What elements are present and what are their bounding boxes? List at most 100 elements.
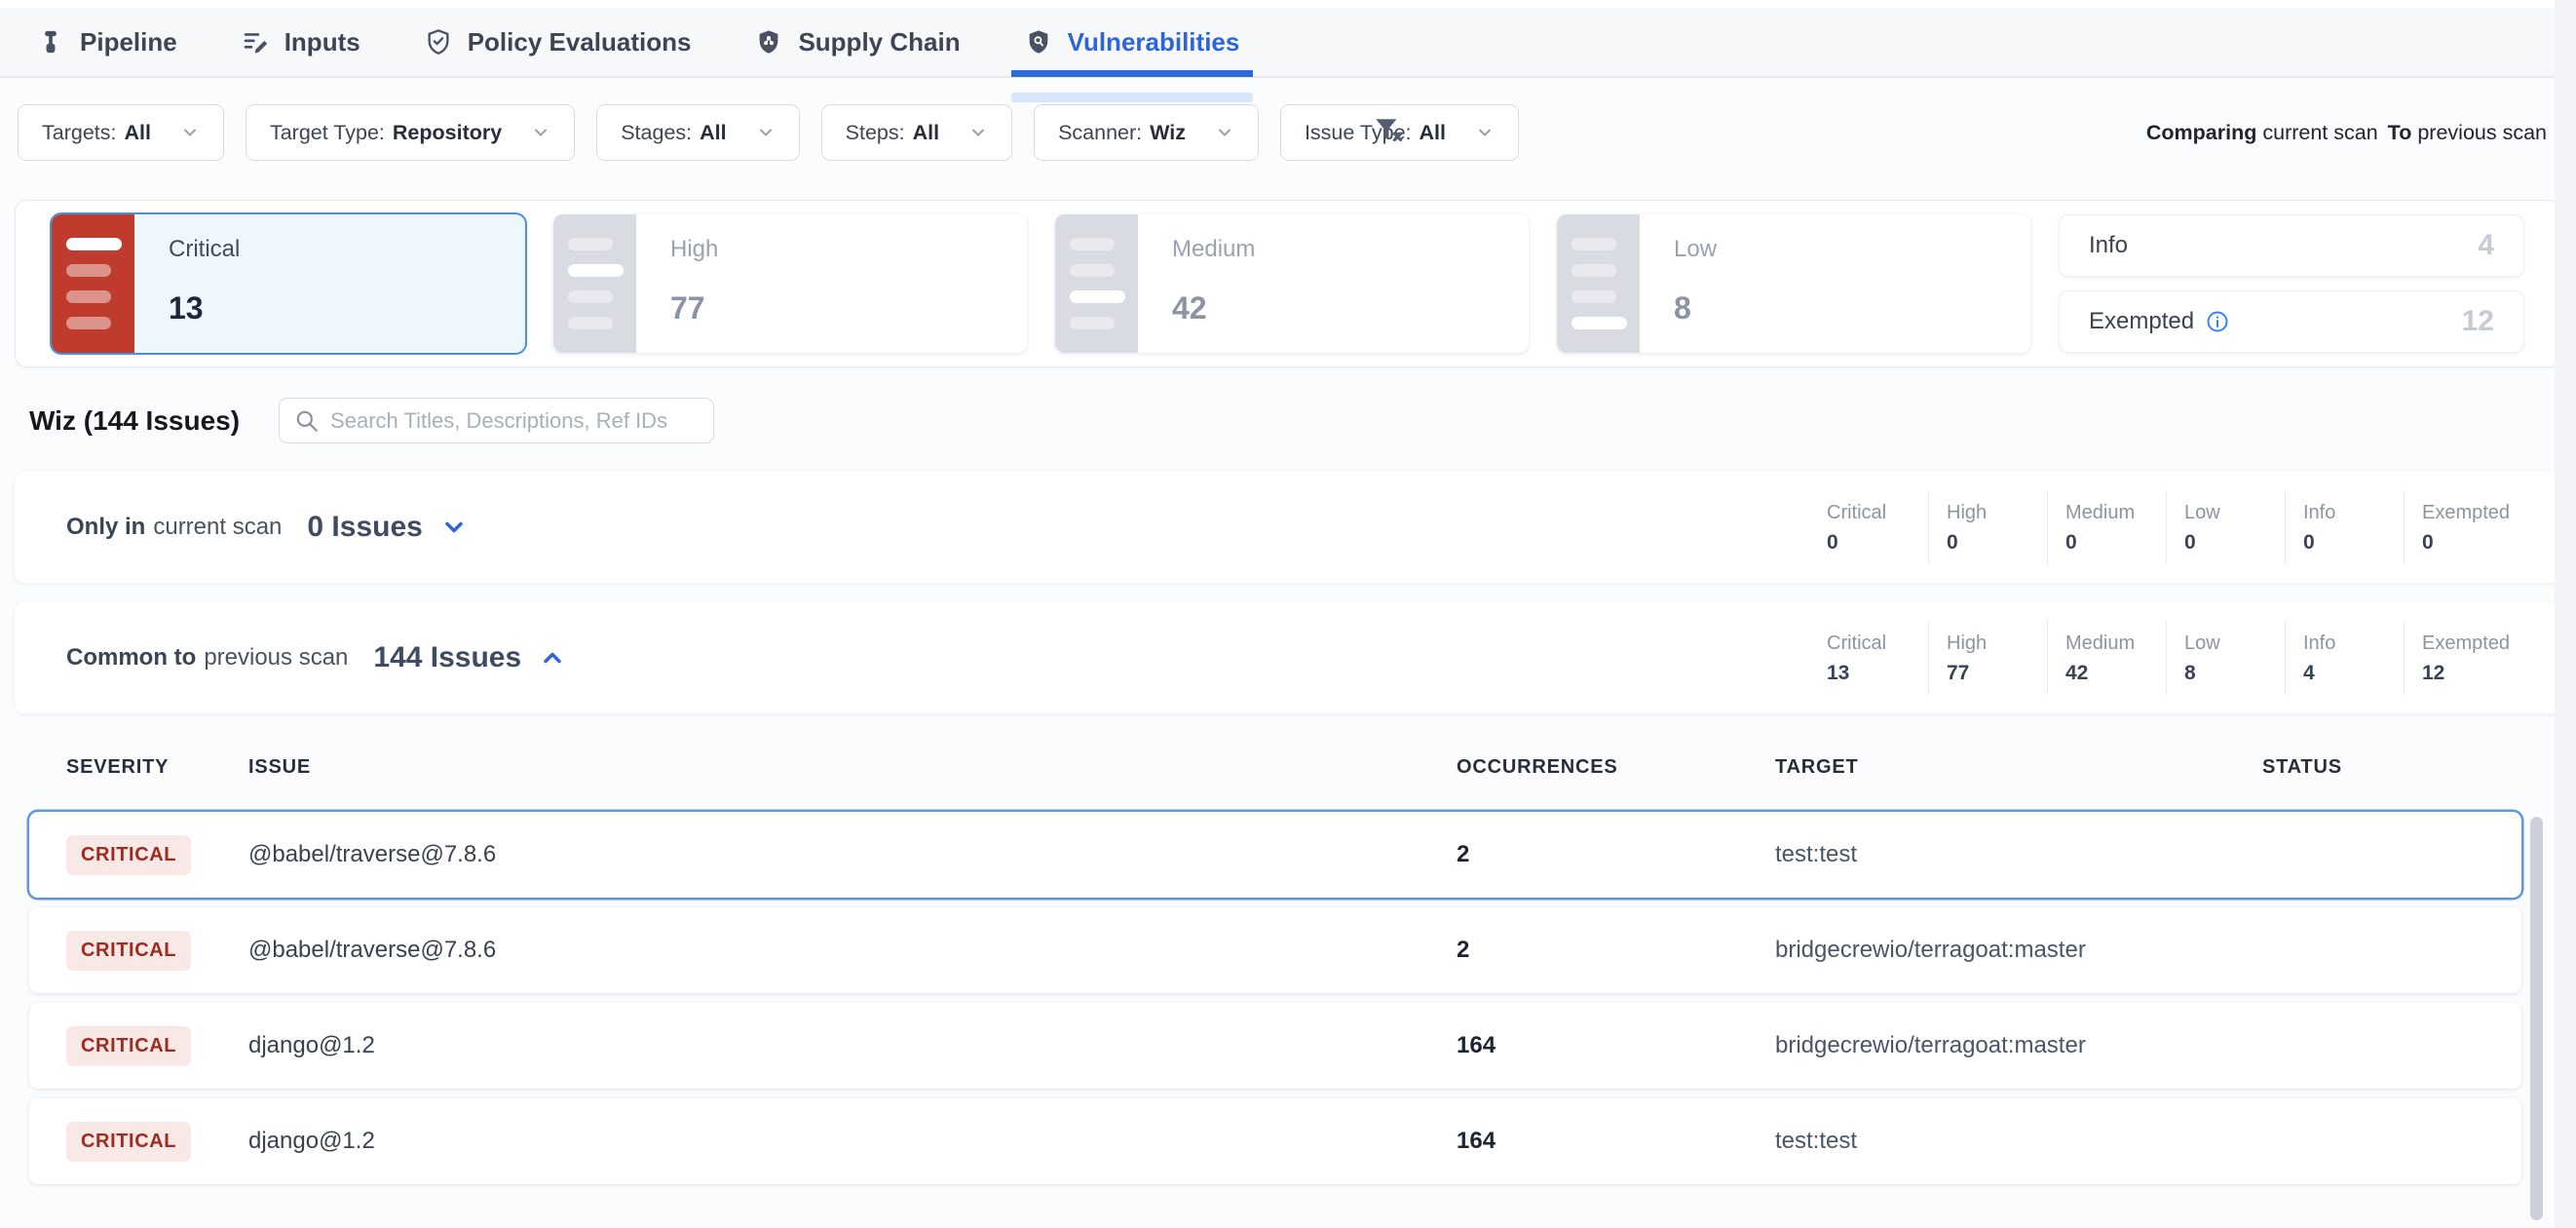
severity-card-count: 13 bbox=[169, 290, 240, 326]
severity-count[interactable]: Info 0 bbox=[2285, 490, 2404, 564]
severity-card[interactable]: Low 8 bbox=[1557, 214, 2030, 353]
severity-card-count: 42 bbox=[1172, 290, 1255, 326]
search-icon bbox=[294, 408, 320, 434]
filter-label: Target Type: bbox=[270, 121, 385, 145]
target-cell: test:test bbox=[1775, 841, 2262, 868]
severity-card-count: 8 bbox=[1674, 290, 1717, 326]
common-to-previous-scan-toggle[interactable]: Common to previous scan 144 Issues bbox=[66, 641, 566, 674]
severity-count[interactable]: Critical 0 bbox=[1809, 490, 1928, 564]
tab-label: Policy Evaluations bbox=[468, 27, 692, 58]
exempted-card[interactable]: Exempted 12 bbox=[2059, 290, 2524, 353]
severity-count[interactable]: Info 4 bbox=[2285, 621, 2404, 695]
only-in-issue-count: 0 Issues bbox=[307, 511, 422, 544]
chevron-down-icon bbox=[1215, 123, 1234, 142]
severity-count[interactable]: High 77 bbox=[1928, 621, 2047, 695]
filter-chip[interactable]: Target Type: Repository bbox=[246, 104, 575, 161]
comparing-bold: Comparing bbox=[2146, 121, 2256, 144]
severity-badge: CRITICAL bbox=[66, 1122, 191, 1162]
target-cell: bridgecrewio/terragoat:master bbox=[1775, 1032, 2262, 1059]
tab-supply-chain[interactable]: Supply Chain bbox=[755, 27, 960, 58]
policy-shield-check-icon bbox=[425, 28, 452, 56]
issue-cell: django@1.2 bbox=[248, 1032, 1457, 1059]
filter-value: All bbox=[700, 121, 726, 145]
common-to-issue-count: 144 Issues bbox=[373, 641, 521, 674]
table-header: SEVERITY ISSUE OCCURRENCES TARGET STATUS bbox=[66, 756, 2521, 779]
filter-value: All bbox=[124, 121, 150, 145]
filter-value: All bbox=[1420, 121, 1446, 145]
severity-count[interactable]: Low 8 bbox=[2166, 621, 2285, 695]
common-to-severity-counts: Critical 13 High 77 Medium 42 Low 8 Info… bbox=[1809, 621, 2522, 695]
severity-card[interactable]: Critical 13 bbox=[52, 214, 525, 353]
filter-label: Steps: bbox=[846, 121, 905, 145]
filter-value: Repository bbox=[393, 121, 502, 145]
tab-inputs[interactable]: Inputs bbox=[242, 27, 360, 58]
severity-count[interactable]: Exempted 0 bbox=[2404, 490, 2522, 564]
occurrences-cell: 2 bbox=[1457, 937, 1775, 964]
search-input[interactable] bbox=[279, 398, 714, 443]
tab-bar: Pipeline Inputs Policy Evaluations Suppl… bbox=[0, 8, 2576, 78]
filter-chip[interactable]: Targets: All bbox=[18, 104, 224, 161]
col-status: STATUS bbox=[2262, 756, 2521, 779]
vulnerabilities-shield-icon bbox=[1025, 28, 1052, 56]
filter-value: Wiz bbox=[1150, 121, 1186, 145]
occurrences-cell: 164 bbox=[1457, 1032, 1775, 1059]
severity-count[interactable]: Exempted 12 bbox=[2404, 621, 2522, 695]
filter-bar: Targets: All Target Type: Repository Sta… bbox=[18, 100, 2128, 165]
chevron-down-icon bbox=[531, 123, 550, 142]
chevron-down-icon bbox=[180, 123, 200, 142]
search-box bbox=[279, 398, 714, 443]
chevron-down-icon bbox=[968, 123, 988, 142]
col-target: TARGET bbox=[1775, 756, 2262, 779]
issue-cell: @babel/traverse@7.8.6 bbox=[248, 937, 1457, 964]
severity-count[interactable]: Medium 0 bbox=[2047, 490, 2166, 564]
filter-chip[interactable]: Stages: All bbox=[596, 104, 799, 161]
only-in-severity-counts: Critical 0 High 0 Medium 0 Low 0 Info 0 bbox=[1809, 490, 2522, 564]
issues-table: CRITICAL @babel/traverse@7.8.6 2 test:te… bbox=[29, 812, 2521, 1184]
severity-badge: CRITICAL bbox=[66, 931, 191, 971]
tab-pipeline[interactable]: Pipeline bbox=[37, 27, 177, 58]
inputs-icon bbox=[242, 28, 269, 56]
info-card[interactable]: Info 4 bbox=[2059, 214, 2524, 277]
info-card-label: Info bbox=[2089, 232, 2128, 259]
severity-count[interactable]: Critical 13 bbox=[1809, 621, 1928, 695]
tab-label: Inputs bbox=[284, 27, 360, 58]
severity-card-label: Critical bbox=[169, 236, 240, 263]
severity-count[interactable]: Low 0 bbox=[2166, 490, 2285, 564]
table-row[interactable]: CRITICAL django@1.2 164 test:test bbox=[29, 1098, 2521, 1184]
severity-card[interactable]: High 77 bbox=[553, 214, 1027, 353]
severity-card[interactable]: Medium 42 bbox=[1055, 214, 1529, 353]
exempted-card-label: Exempted bbox=[2089, 308, 2194, 335]
occurrences-cell: 164 bbox=[1457, 1128, 1775, 1155]
tab-policy-evaluations[interactable]: Policy Evaluations bbox=[425, 27, 692, 58]
issue-cell: django@1.2 bbox=[248, 1128, 1457, 1155]
filter-value: All bbox=[913, 121, 939, 145]
clear-filters-button[interactable] bbox=[1372, 115, 1407, 148]
severity-badge: CRITICAL bbox=[66, 1026, 191, 1066]
scanner-title: Wiz (144 Issues) bbox=[29, 405, 240, 437]
table-row[interactable]: CRITICAL @babel/traverse@7.8.6 2 bridgec… bbox=[29, 907, 2521, 993]
filter-chip[interactable]: Steps: All bbox=[821, 104, 1012, 161]
tab-vulnerabilities[interactable]: Vulnerabilities bbox=[1025, 27, 1240, 58]
col-issue: ISSUE bbox=[248, 756, 1457, 779]
chevron-down-icon bbox=[756, 123, 776, 142]
severity-count[interactable]: High 0 bbox=[1928, 490, 2047, 564]
tab-label: Pipeline bbox=[80, 27, 177, 58]
supply-chain-shield-icon bbox=[755, 28, 782, 56]
info-card-count: 4 bbox=[2478, 229, 2494, 262]
issue-cell: @babel/traverse@7.8.6 bbox=[248, 841, 1457, 868]
filter-label: Scanner: bbox=[1058, 121, 1142, 145]
chevron-down-icon[interactable] bbox=[440, 514, 468, 541]
chevron-up-icon[interactable] bbox=[539, 644, 566, 672]
top-strip bbox=[0, 0, 2576, 8]
exempted-card-count: 12 bbox=[2462, 305, 2494, 338]
target-cell: bridgecrewio/terragoat:master bbox=[1775, 937, 2262, 964]
table-row[interactable]: CRITICAL django@1.2 164 bridgecrewio/ter… bbox=[29, 1003, 2521, 1089]
pipeline-icon bbox=[37, 28, 64, 56]
scrollbar-thumb[interactable] bbox=[2530, 817, 2543, 1220]
info-circle-icon bbox=[2206, 310, 2229, 333]
table-row[interactable]: CRITICAL @babel/traverse@7.8.6 2 test:te… bbox=[29, 812, 2521, 898]
filter-chip[interactable]: Scanner: Wiz bbox=[1034, 104, 1259, 161]
filter-label: Stages: bbox=[621, 121, 692, 145]
severity-count[interactable]: Medium 42 bbox=[2047, 621, 2166, 695]
only-in-current-scan-toggle[interactable]: Only in current scan 0 Issues bbox=[66, 511, 468, 544]
